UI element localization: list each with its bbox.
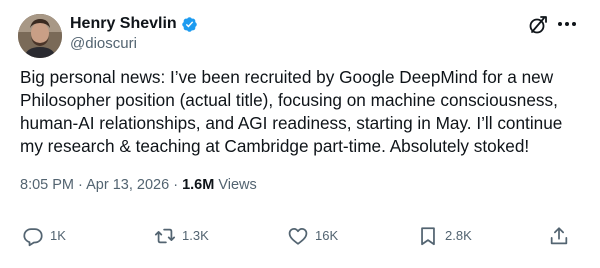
heart-icon: [288, 227, 308, 245]
tweet-text: Big personal news: I’ve been recruited b…: [20, 66, 585, 158]
tweet-time[interactable]: 8:05 PM: [20, 177, 74, 193]
bookmark-count: 2.8K: [445, 228, 472, 243]
grok-icon[interactable]: [527, 14, 549, 36]
author-handle[interactable]: @dioscuri: [70, 35, 137, 52]
repost-button[interactable]: 1.3K: [154, 225, 209, 247]
share-button[interactable]: [548, 225, 570, 247]
like-count: 16K: [315, 228, 339, 243]
reply-icon: [23, 228, 43, 247]
repost-icon: [154, 228, 176, 244]
tweet-date[interactable]: Apr 13, 2026: [86, 177, 169, 193]
meta-separator: ·: [78, 177, 83, 193]
reply-count: 1K: [50, 228, 66, 243]
tweet-text-line: human-AI relationships, and AGI readines…: [20, 113, 563, 133]
repost-count: 1.3K: [182, 228, 209, 243]
reply-button[interactable]: 1K: [22, 225, 66, 247]
author-display-name[interactable]: Henry Shevlin: [70, 15, 177, 33]
avatar[interactable]: [18, 14, 62, 58]
tweet-card: Henry Shevlin @dioscuri Big personal new…: [0, 0, 600, 268]
verified-badge-icon: [181, 16, 198, 33]
meta-separator: ·: [173, 177, 179, 193]
more-icon[interactable]: [553, 12, 581, 36]
views-count: 1.6M: [182, 177, 215, 193]
bookmark-icon: [421, 227, 435, 246]
author-name-row: Henry Shevlin: [70, 15, 198, 33]
tweet-text-line: Philosopher position (actual title), foc…: [20, 90, 558, 110]
share-icon: [550, 227, 568, 245]
tweet-meta: 8:05 PM · Apr 13, 2026 · 1.6M Views: [20, 177, 257, 193]
bookmark-button[interactable]: 2.8K: [417, 225, 472, 247]
tweet-text-line: Big personal news: I’ve been recruited b…: [20, 67, 554, 87]
tweet-text-line: my research & teaching at Cambridge part…: [20, 136, 530, 156]
avatar-image: [18, 14, 62, 58]
views-label: Views: [218, 177, 257, 193]
like-button[interactable]: 16K: [287, 225, 338, 247]
